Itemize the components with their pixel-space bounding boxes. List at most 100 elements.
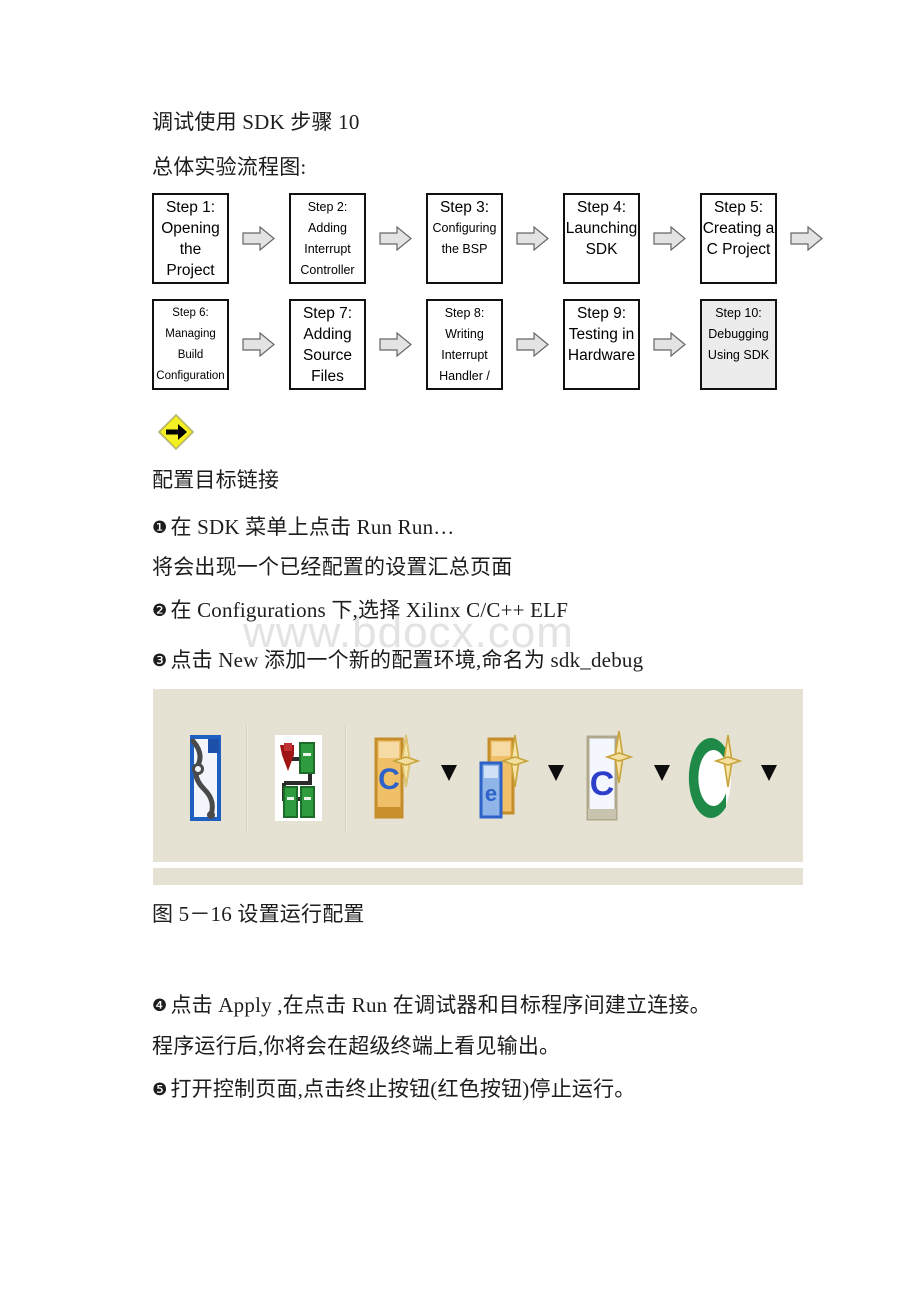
step-text: 打开控制页面,点击终止按钮(红色按钮)停止运行。 [170,1077,636,1101]
document-page: 调试使用 SDK 步骤 10 总体实验流程图: Step 1: Opening … [0,0,920,1302]
box-line: Configuring [432,221,497,235]
svg-text:C: C [590,765,615,803]
box-line: Managing [165,328,216,340]
step-marker: ❷ [152,601,168,621]
flowchart-box-step-7: Step 7: Adding Source Files [289,299,366,390]
box-line: Build [177,349,204,361]
box-line: Step 2: [307,200,348,214]
box-line: Source [302,347,353,364]
box-line: Debugging [708,327,769,341]
run-green-dropdown-caret-icon[interactable] [758,759,780,787]
svg-text:e: e [485,781,497,806]
flowchart-row-2: Step 6: Managing Build Configuration Ste… [152,299,842,391]
flow-arrow-icon [379,226,412,251]
step-marker: ❹ [152,996,168,1016]
step-item-3: ❸ 点击 New 添加一个新的配置环境,命名为 sdk_debug [152,648,643,673]
box-line: Launching [565,220,638,237]
box-line: Step 5: [713,199,764,216]
flowchart-box-step-2: Step 2: Adding Interrupt Controller [289,193,366,284]
box-line: Handler / [439,369,490,383]
run-c-application-icon[interactable]: C [368,723,424,833]
external-tools-icon[interactable] [178,723,234,833]
section-title: 配置目标链接 [152,468,280,492]
experiment-flowchart: Step 1: Opening the Project Step 2: Addi… [152,193,842,398]
box-line: Using SDK [707,348,770,362]
box-line: Step 1: [165,199,216,216]
debug-c-dropdown-caret-icon[interactable] [651,759,673,787]
step-item-4: ❹ 点击 Apply ,在点击 Run 在调试器和目标程序间建立连接。 [152,993,711,1018]
yellow-diamond-arrow-icon [156,412,196,452]
box-line: Step 10: [715,306,762,320]
box-line: C Project [706,241,771,258]
box-line: the [179,241,202,258]
step-item-5: ❺ 打开控制页面,点击终止按钮(红色按钮)停止运行。 [152,1077,636,1102]
box-line: Step 9: [576,305,627,322]
box-line: Configuration [156,370,225,382]
svg-text:C: C [378,763,400,796]
step-text: 在 SDK 菜单上点击 Run Run… [170,515,455,539]
sdk-toolbar-screenshot: C e C [153,689,803,885]
page-heading-1: 调试使用 SDK 步骤 10 [152,110,360,134]
step-text: 将会出现一个已经配置的设置汇总页面 [152,555,513,579]
run-green-icon[interactable] [688,723,744,833]
step-marker: ❶ [152,518,168,538]
flow-arrow-icon [516,226,549,251]
debug-configurations-icon[interactable] [270,723,326,833]
flowchart-box-step-1: Step 1: Opening the Project [152,193,229,284]
toolbar-separator [246,725,249,833]
step-text: 程序运行后,你将会在超级终端上看见输出。 [152,1034,561,1058]
toolbar-lower-strip [153,868,803,885]
flowchart-box-step-4: Step 4: Launching SDK [563,193,640,284]
debug-c-application-icon[interactable]: C [581,723,637,833]
flowchart-box-step-10: Step 10: Debugging Using SDK [700,299,777,390]
flow-arrow-icon [242,226,275,251]
step-marker: ❸ [152,651,168,671]
step-text: 在 Configurations 下,选择 Xilinx C/C++ ELF [170,598,569,622]
flow-arrow-icon [516,332,549,357]
flow-arrow-icon [242,332,275,357]
box-line: Writing [445,327,484,341]
box-line: Step 7: [302,305,353,322]
run-external-icon[interactable]: e [475,723,531,833]
flowchart-box-step-3: Step 3: Configuring the BSP [426,193,503,284]
flow-arrow-icon [653,226,686,251]
box-line: Interrupt [441,348,488,362]
box-line: SDK [585,241,618,258]
step-text: 点击 New 添加一个新的配置环境,命名为 sdk_debug [170,648,644,672]
box-line: Files [311,368,344,385]
box-line: Testing in [568,326,635,343]
flowchart-box-step-5: Step 5: Creating a C Project [700,193,777,284]
box-line: Opening [161,220,220,237]
flow-arrow-icon [379,332,412,357]
box-line: Step 6: [172,307,209,319]
box-line: Step 3: [439,199,490,216]
run-c-dropdown-caret-icon[interactable] [438,759,460,787]
box-line: Step 4: [576,199,627,216]
flowchart-row-1: Step 1: Opening the Project Step 2: Addi… [152,193,842,285]
toolbar-separator [345,725,348,833]
page-heading-2: 总体实验流程图: [152,155,307,179]
box-line: the BSP [441,242,488,256]
box-line: Step 8: [444,306,485,320]
step-note-2: 程序运行后,你将会在超级终端上看见输出。 [152,1034,560,1059]
box-line: Interrupt [304,242,351,256]
flowchart-box-step-9: Step 9: Testing in Hardware [563,299,640,390]
step-marker: ❺ [152,1080,168,1100]
flow-arrow-icon [790,226,823,251]
figure-caption: 图 5－16 设置运行配置 [152,902,365,926]
step-item-2: ❷在 Configurations 下,选择 Xilinx C/C++ ELF [152,598,568,623]
box-line: Creating a [702,220,775,237]
step-note-1: 将会出现一个已经配置的设置汇总页面 [152,555,512,580]
run-external-dropdown-caret-icon[interactable] [545,759,567,787]
box-line: Adding [303,326,352,343]
box-line: Adding [308,221,347,235]
box-line: Project [166,262,215,279]
flowchart-box-step-6: Step 6: Managing Build Configuration [152,299,229,390]
step-text: 点击 Apply ,在点击 Run 在调试器和目标程序间建立连接。 [170,993,711,1017]
box-line: Controller [300,263,355,277]
flow-arrow-icon [653,332,686,357]
flowchart-box-step-8: Step 8: Writing Interrupt Handler / [426,299,503,390]
toolbar-buttons: C e C [153,701,803,851]
box-line: Hardware [567,347,636,364]
step-item-1: ❶在 SDK 菜单上点击 Run Run… [152,515,454,540]
